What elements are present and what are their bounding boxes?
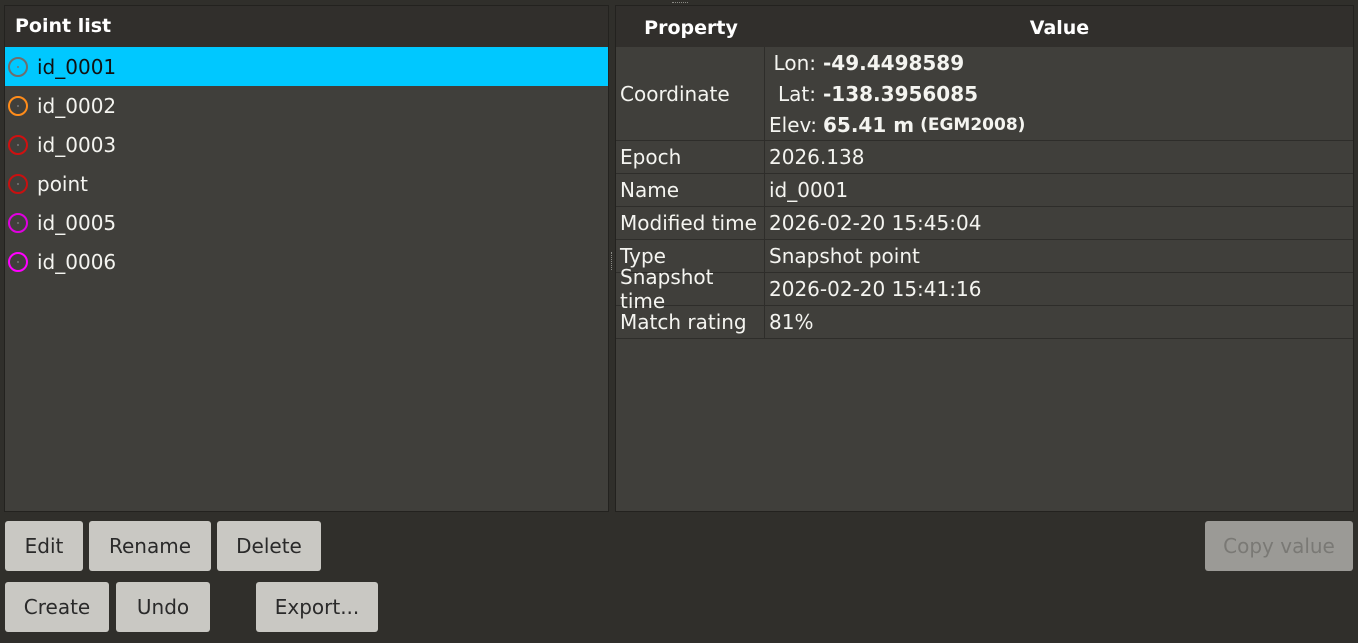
point-list: id_0001 id_0002 id_0003 point id_0005 id… — [5, 47, 608, 281]
lon-value: -49.4498589 — [823, 50, 965, 75]
property-value: 81% — [769, 310, 814, 334]
undo-button[interactable]: Undo — [116, 582, 210, 632]
coordinate-value: Lon: -49.4498589 Lat: -138.3956085 Elev:… — [765, 47, 1353, 140]
lon-label: Lon: — [773, 50, 816, 75]
target-marker-icon — [8, 173, 28, 194]
target-marker-icon — [8, 212, 28, 233]
copy-value-button[interactable]: Copy value — [1205, 521, 1353, 571]
property-value: 2026-02-20 15:41:16 — [769, 277, 982, 301]
point-label: id_0003 — [37, 132, 117, 157]
property-row[interactable]: Modified time 2026-02-20 15:45:04 — [616, 207, 1353, 240]
point-label: id_0005 — [37, 210, 117, 235]
property-row[interactable]: Epoch 2026.138 — [616, 141, 1353, 174]
create-button[interactable]: Create — [5, 582, 109, 632]
value-column-header[interactable]: Value — [766, 6, 1353, 47]
property-column-header[interactable]: Property — [616, 6, 766, 47]
target-marker-icon — [8, 134, 28, 155]
properties-panel: Property Value Coordinate Lon: -49.44985… — [615, 5, 1354, 512]
property-value: 2026.138 — [769, 145, 865, 169]
edit-button[interactable]: Edit — [5, 521, 83, 571]
point-list-item[interactable]: id_0005 — [5, 203, 608, 242]
property-name: Name — [616, 174, 765, 206]
point-list-item[interactable]: id_0006 — [5, 242, 608, 281]
property-value: id_0001 — [769, 178, 849, 202]
rename-button[interactable]: Rename — [89, 521, 211, 571]
lat-value: -138.3956085 — [823, 81, 979, 106]
point-list-panel: Point list id_0001 id_0002 id_0003 point… — [4, 5, 609, 512]
property-name: Modified time — [616, 207, 765, 239]
property-value: Snapshot point — [769, 244, 920, 268]
point-list-item[interactable]: id_0003 — [5, 125, 608, 164]
property-row[interactable]: Match rating 81% — [616, 306, 1353, 339]
coordinate-row[interactable]: Coordinate Lon: -49.4498589 Lat: -138.39… — [616, 47, 1353, 141]
property-value: 2026-02-20 15:45:04 — [769, 211, 982, 235]
property-name: Epoch — [616, 141, 765, 173]
point-list-item[interactable]: id_0002 — [5, 86, 608, 125]
property-name: Snapshot time — [616, 265, 765, 313]
property-row[interactable]: Snapshot time 2026-02-20 15:41:16 — [616, 265, 1353, 313]
point-list-header: Point list — [5, 6, 608, 47]
export-button[interactable]: Export... — [256, 582, 378, 632]
delete-button[interactable]: Delete — [217, 521, 321, 571]
properties-header: Property Value — [616, 6, 1353, 47]
point-list-item[interactable]: point — [5, 164, 608, 203]
target-marker-icon — [8, 56, 28, 77]
elev-label: Elev: — [769, 112, 817, 137]
point-label: id_0002 — [37, 93, 117, 118]
point-label: id_0001 — [37, 54, 117, 79]
point-list-item[interactable]: id_0001 — [5, 47, 608, 86]
property-name: Match rating — [616, 306, 765, 338]
elev-value: 65.41 m — [823, 112, 915, 137]
point-label: id_0006 — [37, 249, 117, 274]
lat-label: Lat: — [778, 81, 816, 106]
elev-datum: (EGM2008) — [920, 114, 1026, 135]
property-row[interactable]: Name id_0001 — [616, 174, 1353, 207]
property-name: Coordinate — [616, 47, 765, 140]
target-marker-icon — [8, 95, 28, 116]
point-label: point — [37, 171, 89, 196]
target-marker-icon — [8, 251, 28, 272]
